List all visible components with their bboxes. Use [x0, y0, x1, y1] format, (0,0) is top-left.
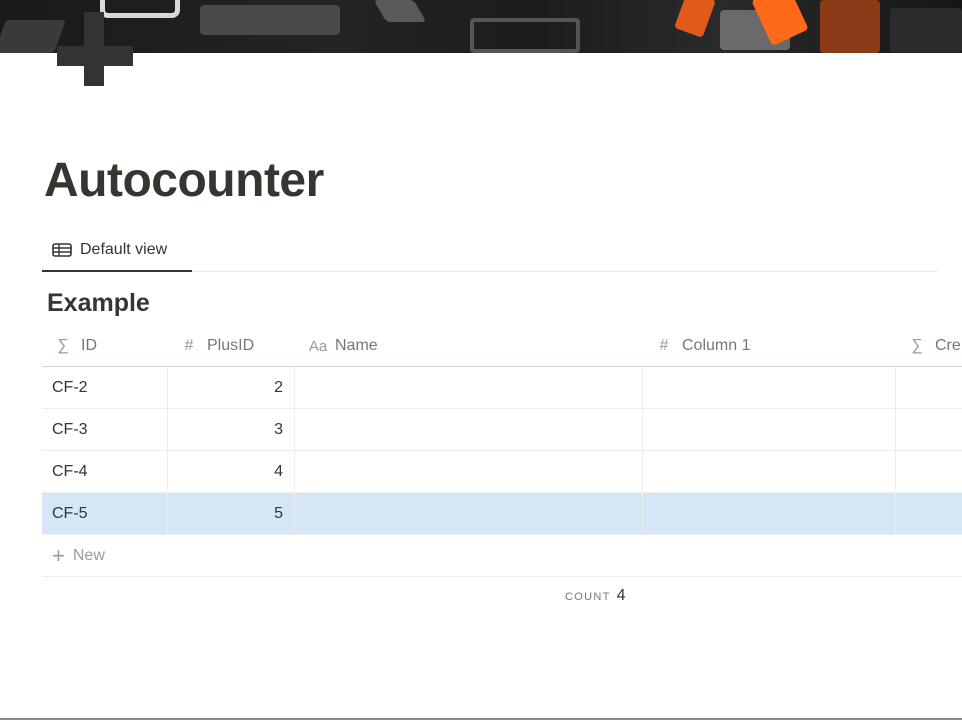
number-icon: #: [659, 337, 669, 354]
table-row[interactable]: CF-3 3: [42, 409, 962, 451]
cell-column-1[interactable]: [643, 367, 896, 408]
table-row[interactable]: CF-4 4: [42, 451, 962, 493]
cell-plusid[interactable]: 5: [168, 493, 295, 534]
tab-label: Default view: [80, 241, 168, 258]
cell-name[interactable]: [295, 451, 643, 492]
cover-decoration: [820, 0, 880, 53]
plus-icon-horizontal: [57, 46, 133, 66]
column-header-label: Name: [335, 337, 378, 354]
plus-icon: +: [52, 542, 65, 568]
cell-name[interactable]: [295, 367, 643, 408]
column-header-name[interactable]: Aa Name: [295, 325, 643, 367]
cell-name[interactable]: [295, 409, 643, 450]
cell-cre[interactable]: [896, 451, 962, 492]
cover-decoration: [373, 0, 427, 22]
cell-cre[interactable]: [896, 409, 962, 450]
column-header-id[interactable]: ∑ ID: [42, 325, 168, 367]
cell-cre[interactable]: [896, 367, 962, 408]
column-header-cre[interactable]: ∑ Cre: [896, 325, 962, 367]
text-icon: Aa: [308, 337, 328, 355]
cell-column-1[interactable]: [643, 493, 896, 534]
column-header-label: PlusID: [207, 337, 255, 354]
column-header-column-1[interactable]: # Column 1: [643, 325, 896, 367]
page-cover-image[interactable]: [0, 0, 962, 53]
cell-plusid[interactable]: 3: [168, 409, 295, 450]
column-header-plusid[interactable]: # PlusID: [168, 325, 295, 367]
column-header-label: Column 1: [682, 337, 751, 354]
cell-id[interactable]: CF-2: [42, 367, 168, 408]
formula-icon: ∑: [57, 337, 69, 354]
cell-id[interactable]: CF-5: [42, 493, 168, 534]
cell-column-1[interactable]: [643, 451, 896, 492]
calculation-footer[interactable]: COUNT 4: [565, 587, 626, 605]
cover-decoration: [674, 0, 716, 38]
cell-name[interactable]: [295, 493, 643, 534]
cover-decoration: [890, 8, 962, 53]
tab-default-view[interactable]: Default view: [42, 230, 192, 272]
formula-icon: ∑: [911, 337, 923, 354]
add-row-label: New: [72, 546, 105, 564]
calculation-value: 4: [616, 587, 626, 604]
table-row[interactable]: CF-2 2: [42, 367, 962, 409]
cell-cre[interactable]: [896, 493, 962, 534]
cover-decoration: [470, 18, 580, 53]
cell-id[interactable]: CF-3: [42, 409, 168, 450]
cell-plusid[interactable]: 4: [168, 451, 295, 492]
plus-icon[interactable]: [57, 12, 133, 86]
cover-decoration: [200, 5, 340, 35]
number-icon: #: [184, 337, 194, 354]
cell-column-1[interactable]: [643, 409, 896, 450]
view-tabs: Default view: [42, 230, 938, 272]
cell-plusid[interactable]: 2: [168, 367, 295, 408]
database-title[interactable]: Example: [47, 286, 150, 320]
table-icon: [52, 243, 72, 257]
table-row-selected[interactable]: CF-5 5: [42, 493, 962, 535]
page-title[interactable]: Autocounter: [44, 152, 324, 210]
cell-id[interactable]: CF-4: [42, 451, 168, 492]
database-table: ∑ ID # PlusID Aa Name # Column 1 ∑ Cre C…: [42, 325, 962, 577]
table-header: ∑ ID # PlusID Aa Name # Column 1 ∑ Cre: [42, 325, 962, 367]
column-header-label: ID: [81, 337, 97, 354]
column-header-label: Cre: [935, 337, 961, 354]
calculation-label: COUNT: [565, 591, 611, 603]
add-row-button[interactable]: + New: [42, 535, 962, 577]
notion-page: Autocounter Default view Example ∑ ID #: [0, 0, 962, 720]
